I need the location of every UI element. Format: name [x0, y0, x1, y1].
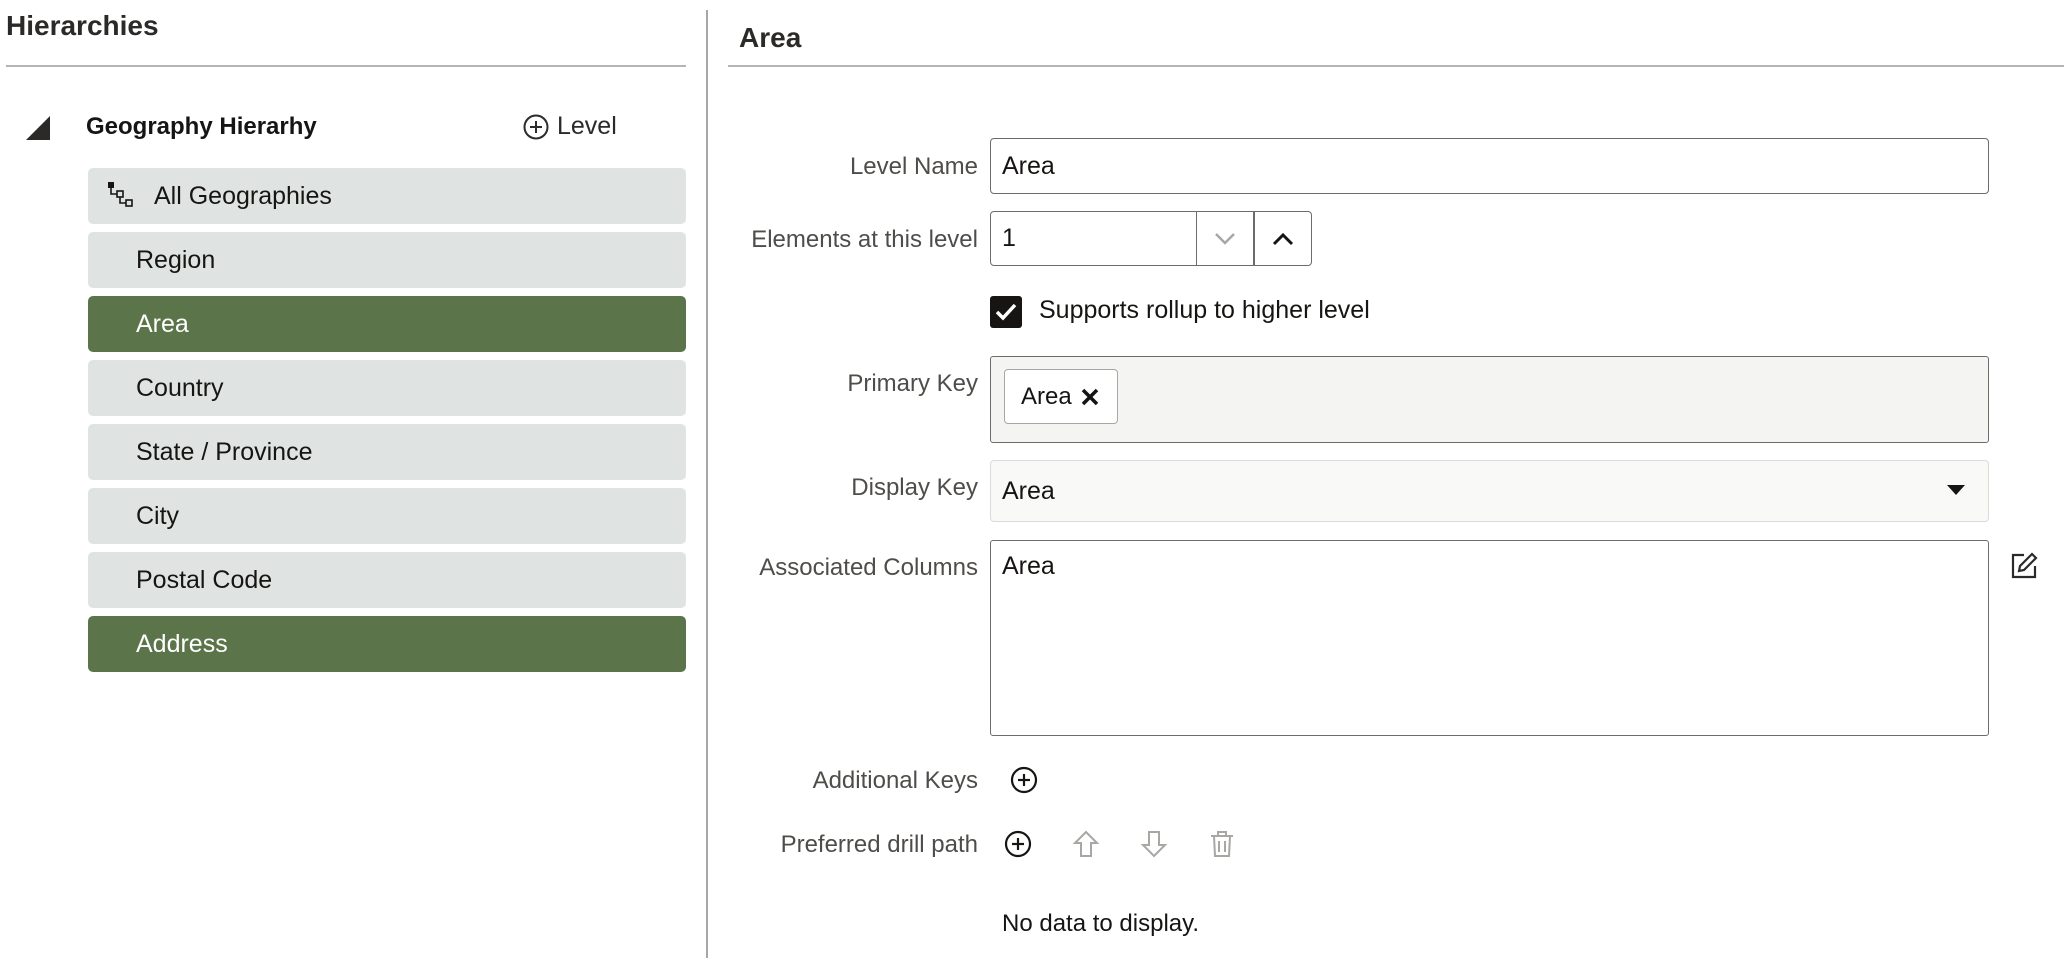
associated-columns-textarea[interactable]: Area: [990, 540, 1989, 736]
rollup-label[interactable]: Supports rollup to higher level: [1039, 296, 1370, 325]
delete-icon[interactable]: [1207, 829, 1237, 859]
level-label: Country: [136, 373, 224, 402]
elements-label: Elements at this level: [751, 226, 978, 253]
remove-chip-icon[interactable]: [1079, 386, 1101, 408]
level-label: Address: [136, 629, 228, 658]
dropdown-arrow-icon: [1947, 485, 1965, 495]
associated-columns-label: Associated Columns: [759, 554, 978, 581]
level-item-country[interactable]: Country: [88, 360, 686, 416]
level-name-input[interactable]: Area: [990, 138, 1989, 194]
level-item-region[interactable]: Region: [88, 232, 686, 288]
chevron-up-icon: [1272, 232, 1294, 245]
add-level-label: Level: [557, 112, 617, 140]
level-name-label: Level Name: [849, 153, 978, 180]
hierarchy-name: Geography Hierarhy: [86, 113, 317, 140]
level-label: State / Province: [136, 437, 313, 466]
level-label: All Geographies: [154, 181, 332, 210]
edit-icon[interactable]: [2009, 551, 2039, 581]
display-key-select[interactable]: Area: [990, 460, 1989, 522]
detail-title: Area: [739, 22, 802, 53]
level-item-postal-code[interactable]: Postal Code: [88, 552, 686, 608]
additional-keys-label: Additional Keys: [812, 767, 978, 794]
drill-path-label: Preferred drill path: [780, 831, 978, 858]
panel-title: Hierarchies: [6, 10, 159, 41]
chip-label: Area: [1021, 382, 1072, 410]
hierarchy-root-icon: [108, 182, 133, 207]
chevron-down-icon: [1215, 232, 1235, 245]
level-list: All Geographies Region Area Country Stat…: [88, 168, 686, 680]
no-data-message: No data to display.: [1002, 910, 1200, 937]
panel-splitter[interactable]: [706, 10, 708, 958]
increment-button[interactable]: [1254, 211, 1312, 266]
primary-key-chip: Area: [1004, 369, 1118, 424]
collapse-triangle-icon[interactable]: [26, 116, 50, 140]
move-up-icon[interactable]: [1071, 829, 1101, 859]
decrement-button[interactable]: [1196, 211, 1254, 266]
add-drill-path-icon[interactable]: [1003, 829, 1033, 859]
checkmark-icon: [995, 303, 1017, 321]
primary-key-field[interactable]: Area: [990, 356, 1989, 443]
add-key-icon[interactable]: [1009, 765, 1039, 795]
level-item-all-geographies[interactable]: All Geographies: [88, 168, 686, 224]
display-key-value: Area: [1002, 476, 1055, 505]
hierarchies-panel: Hierarchies Geography Hierarhy Level All…: [0, 0, 687, 958]
level-label: Region: [136, 245, 216, 274]
add-level-button[interactable]: Level: [523, 112, 617, 141]
level-label: Area: [136, 309, 189, 338]
level-item-area[interactable]: Area: [88, 296, 686, 352]
divider: [728, 65, 2064, 67]
divider: [6, 65, 686, 67]
level-label: City: [136, 501, 180, 530]
level-label: Postal Code: [136, 565, 273, 594]
level-item-address[interactable]: Address: [88, 616, 686, 672]
add-circle-icon: [523, 114, 549, 139]
primary-key-label: Primary Key: [847, 370, 978, 397]
display-key-label: Display Key: [851, 474, 978, 501]
level-item-city[interactable]: City: [88, 488, 686, 544]
move-down-icon[interactable]: [1139, 829, 1169, 859]
level-item-state-province[interactable]: State / Province: [88, 424, 686, 480]
rollup-checkbox[interactable]: [990, 296, 1022, 328]
elements-input[interactable]: 1: [990, 211, 1198, 266]
